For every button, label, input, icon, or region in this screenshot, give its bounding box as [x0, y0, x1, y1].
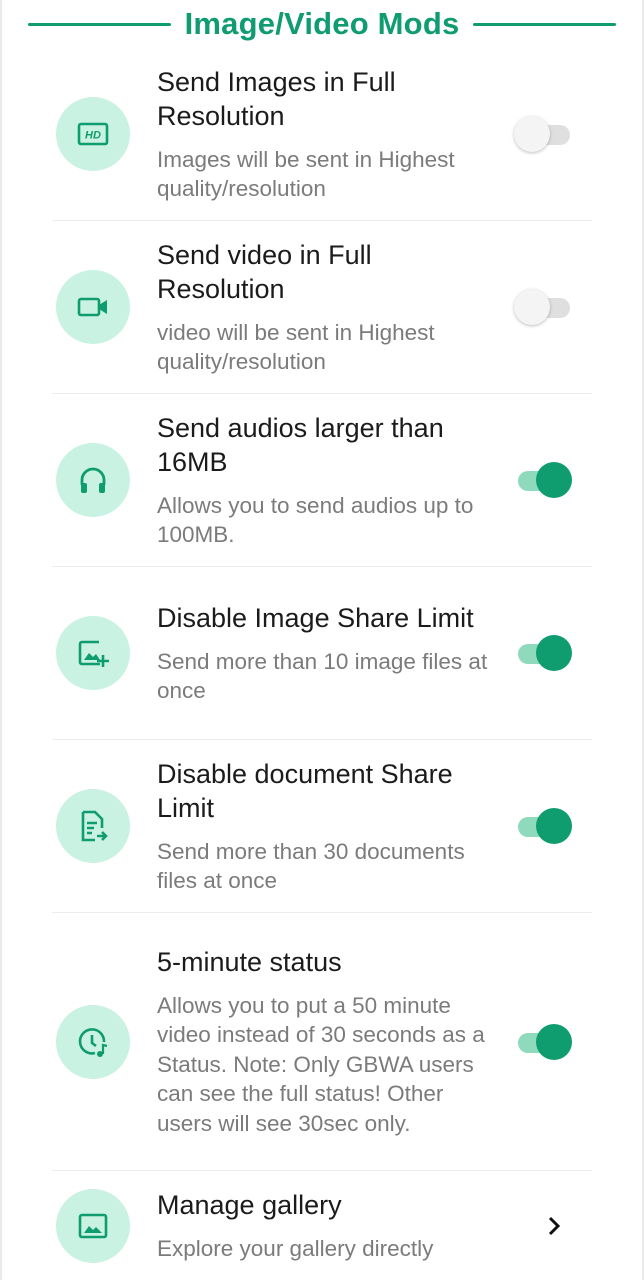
section-header: Image/Video Mods — [28, 0, 616, 48]
video-camera-icon — [56, 270, 130, 344]
document-send-icon — [56, 789, 130, 863]
toggle-thumb — [536, 1023, 572, 1060]
setting-text: Manage gallery Explore your gallery dire… — [157, 1180, 492, 1272]
setting-title: Disable document Share Limit — [157, 758, 453, 823]
full-res-images-toggle[interactable] — [514, 115, 574, 153]
setting-subtitle: Allows you to send audios up to 100MB. — [157, 492, 474, 548]
image-share-limit-toggle[interactable] — [514, 634, 574, 672]
toggle-thumb — [514, 116, 550, 152]
setting-row-large-audio[interactable]: Send audios larger than 16MB Allows you … — [52, 394, 592, 567]
header-divider-left — [28, 22, 171, 26]
setting-subtitle: video will be sent in Highest quality/re… — [157, 319, 435, 375]
setting-title: Disable Image Share Limit — [157, 602, 474, 633]
add-photo-icon — [56, 616, 130, 690]
hd-icon: HD — [56, 97, 130, 171]
setting-text: Send video in Full Resolution video will… — [157, 224, 492, 391]
section-title: Image/Video Mods — [184, 6, 460, 41]
setting-row-full-res-video[interactable]: Send video in Full Resolution video will… — [52, 221, 592, 394]
5-minute-status-toggle[interactable] — [514, 1023, 574, 1061]
setting-text: Send Images in Full Resolution Images wi… — [157, 51, 492, 218]
setting-row-5-minute-status[interactable]: 5-minute status Allows you to put a 50 m… — [52, 913, 592, 1171]
setting-text: Disable document Share Limit Send more t… — [157, 743, 492, 910]
setting-text: 5-minute status Allows you to put a 50 m… — [157, 931, 492, 1153]
setting-text: Disable Image Share Limit Send more than… — [157, 587, 492, 720]
chevron-right-icon[interactable] — [544, 1212, 564, 1240]
large-audio-toggle[interactable] — [514, 461, 574, 499]
header-divider-right — [473, 22, 616, 26]
settings-list: HD Send Images in Full Resolution Images… — [0, 48, 644, 1280]
setting-row-full-res-images[interactable]: HD Send Images in Full Resolution Images… — [52, 48, 592, 221]
setting-row-document-share-limit[interactable]: Disable document Share Limit Send more t… — [52, 740, 592, 913]
toggle-thumb — [514, 289, 550, 325]
toggle-thumb — [536, 635, 572, 671]
setting-subtitle: Images will be sent in Highest quality/r… — [157, 146, 455, 202]
setting-title: Manage gallery — [157, 1190, 342, 1221]
setting-row-manage-gallery[interactable]: Manage gallery Explore your gallery dire… — [52, 1171, 592, 1280]
full-res-video-toggle[interactable] — [514, 288, 574, 326]
headphones-icon — [56, 443, 130, 517]
toggle-thumb — [536, 808, 572, 844]
setting-subtitle: Allows you to put a 50 minute video inst… — [157, 992, 485, 1136]
setting-text: Send audios larger than 16MB Allows you … — [157, 397, 492, 564]
setting-subtitle: Send more than 30 documents files at onc… — [157, 838, 465, 894]
svg-text:HD: HD — [85, 130, 101, 142]
clock-music-icon — [56, 1004, 130, 1079]
toggle-thumb — [536, 462, 572, 498]
setting-title: Send Images in Full Resolution — [157, 66, 396, 131]
setting-title: Send video in Full Resolution — [157, 239, 372, 304]
setting-title: 5-minute status — [157, 946, 342, 977]
setting-title: Send audios larger than 16MB — [157, 412, 444, 477]
document-share-limit-toggle[interactable] — [514, 807, 574, 845]
setting-subtitle: Explore your gallery directly — [157, 1236, 434, 1262]
setting-row-image-share-limit[interactable]: Disable Image Share Limit Send more than… — [52, 567, 592, 740]
gallery-icon — [56, 1189, 130, 1263]
setting-subtitle: Send more than 10 image files at once — [157, 648, 488, 704]
